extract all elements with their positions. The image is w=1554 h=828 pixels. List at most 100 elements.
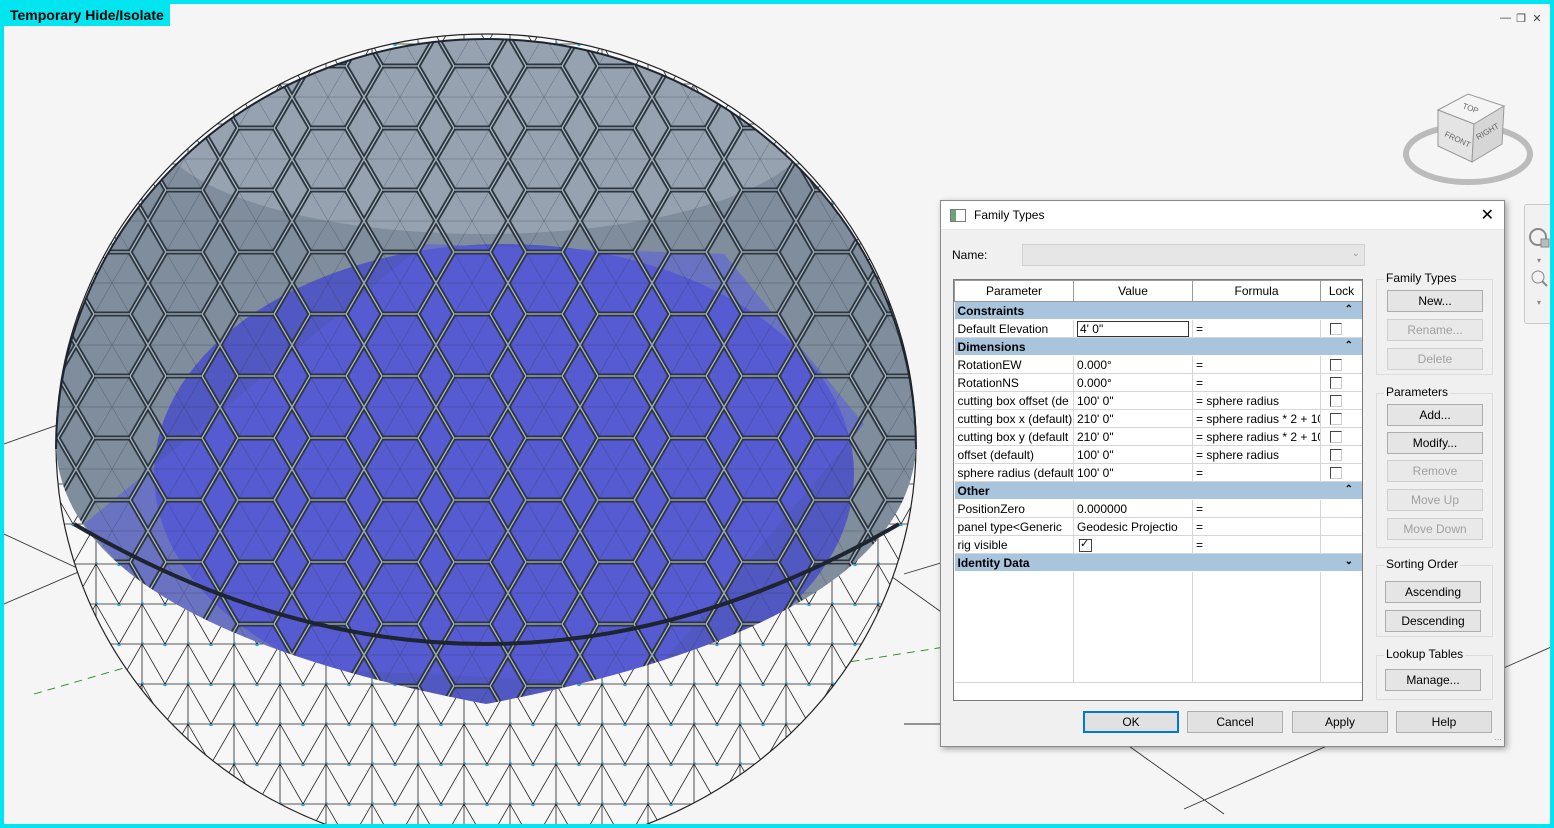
apply-button[interactable]: Apply — [1292, 711, 1388, 733]
param-name: PositionZero — [954, 499, 1074, 518]
param-name: RotationEW — [954, 355, 1074, 374]
column-header-lock[interactable]: Lock — [1320, 280, 1362, 302]
delete-type-button[interactable]: Delete — [1387, 348, 1483, 370]
table-row[interactable]: cutting box offset (de 100' 0" = sphere … — [954, 391, 1362, 410]
name-dropdown[interactable]: ⌄ — [1022, 244, 1365, 266]
param-name: cutting box y (default — [954, 427, 1074, 446]
table-row[interactable]: cutting box y (default 210' 0" = sphere … — [954, 427, 1362, 446]
value-cell[interactable]: 210' 0" — [1073, 409, 1193, 428]
value-cell[interactable]: 100' 0" — [1073, 445, 1193, 464]
formula-cell[interactable]: = — [1192, 319, 1321, 338]
remove-parameter-button[interactable]: Remove — [1387, 460, 1483, 482]
lock-checkbox[interactable] — [1330, 323, 1342, 336]
formula-cell[interactable]: = — [1192, 499, 1321, 518]
column-header-formula[interactable]: Formula — [1192, 280, 1321, 302]
temporary-hide-isolate-label: Temporary Hide/Isolate — [4, 4, 170, 26]
param-name: RotationNS — [954, 373, 1074, 392]
resize-grip-icon[interactable]: ⋯ — [1494, 735, 1502, 744]
ok-button[interactable]: OK — [1083, 711, 1179, 733]
minimize-icon[interactable]: — — [1500, 12, 1511, 25]
table-row[interactable]: rig visible = — [954, 535, 1362, 554]
modify-parameter-button[interactable]: Modify... — [1387, 432, 1483, 454]
lock-checkbox[interactable] — [1330, 377, 1342, 390]
formula-cell[interactable]: = — [1192, 535, 1321, 554]
table-row[interactable]: offset (default) 100' 0" = sphere radius — [954, 445, 1362, 464]
collapse-icon[interactable]: ⌃ — [1345, 304, 1353, 315]
table-row[interactable]: RotationEW 0.000° = — [954, 355, 1362, 374]
table-row[interactable]: PositionZero 0.000000 = — [954, 499, 1362, 518]
group-row-constraints[interactable]: Constraints ⌃ — [954, 301, 1362, 320]
lock-checkbox[interactable] — [1330, 359, 1342, 372]
dialog-title: Family Types — [974, 208, 1045, 222]
collapse-icon[interactable]: ⌃ — [1345, 484, 1353, 495]
svg-text:▾: ▾ — [1537, 256, 1541, 265]
new-type-button[interactable]: New... — [1387, 290, 1483, 312]
formula-cell[interactable]: = sphere radius — [1192, 445, 1321, 464]
param-name: sphere radius (default — [954, 463, 1074, 482]
group-row-identity-data[interactable]: Identity Data ⌄ — [954, 553, 1362, 572]
column-header-parameter[interactable]: Parameter — [954, 280, 1074, 302]
restore-icon[interactable]: ❐ — [1516, 12, 1526, 25]
group-label: Dimensions — [957, 339, 1026, 354]
move-up-button[interactable]: Move Up — [1387, 489, 1483, 511]
viewcube-icon[interactable]: TOP FRONT RIGHT — [1402, 84, 1534, 194]
value-cell[interactable]: 210' 0" — [1073, 427, 1193, 446]
chevron-down-icon: ⌄ — [1351, 248, 1360, 259]
table-row[interactable]: panel type<Generic Geodesic Projectio = — [954, 517, 1362, 536]
parameter-grid: Parameter Value Formula Lock Constraints… — [953, 279, 1363, 701]
lock-checkbox[interactable] — [1330, 395, 1342, 408]
empty-grid-area — [954, 571, 1362, 683]
formula-cell[interactable]: = — [1192, 463, 1321, 482]
lock-checkbox[interactable] — [1330, 467, 1342, 480]
move-down-button[interactable]: Move Down — [1387, 518, 1483, 540]
group-title: Parameters — [1384, 385, 1451, 399]
value-input[interactable]: 4' 0" — [1077, 320, 1189, 337]
formula-cell[interactable]: = sphere radius * 2 + 10' — [1192, 427, 1321, 446]
formula-cell[interactable]: = sphere radius — [1192, 391, 1321, 410]
formula-cell[interactable]: = — [1192, 355, 1321, 374]
lock-checkbox[interactable] — [1330, 413, 1342, 426]
value-cell[interactable]: 0.000000 — [1073, 499, 1193, 518]
formula-cell[interactable]: = sphere radius * 2 + 10' — [1192, 409, 1321, 428]
group-row-dimensions[interactable]: Dimensions ⌃ — [954, 337, 1362, 356]
lock-checkbox[interactable] — [1330, 449, 1342, 462]
descending-button[interactable]: Descending — [1385, 610, 1481, 632]
table-row[interactable]: Default Elevation 4' 0" = — [954, 319, 1362, 338]
formula-cell[interactable]: = — [1192, 373, 1321, 392]
navigation-bar[interactable]: ▾ ▾ — [1524, 204, 1554, 324]
close-icon[interactable]: ✕ — [1532, 12, 1542, 25]
param-name: cutting box offset (de — [954, 391, 1074, 410]
svg-text:▾: ▾ — [1537, 298, 1541, 307]
table-row[interactable]: RotationNS 0.000° = — [954, 373, 1362, 392]
rename-type-button[interactable]: Rename... — [1387, 319, 1483, 341]
parameters-group: Parameters Add... Modify... Remove Move … — [1376, 385, 1493, 548]
value-cell[interactable]: 0.000° — [1073, 373, 1193, 392]
value-cell[interactable]: Geodesic Projectio — [1073, 517, 1193, 536]
cancel-button[interactable]: Cancel — [1187, 711, 1283, 733]
lock-checkbox[interactable] — [1330, 431, 1342, 444]
ascending-button[interactable]: Ascending — [1385, 581, 1481, 603]
param-name: cutting box x (default) — [954, 409, 1074, 428]
value-cell[interactable]: 100' 0" — [1073, 463, 1193, 482]
expand-icon[interactable]: ⌄ — [1345, 556, 1353, 567]
group-label: Constraints — [957, 303, 1025, 318]
value-cell[interactable]: 100' 0" — [1073, 391, 1193, 410]
group-title: Sorting Order — [1384, 557, 1461, 571]
family-types-app-icon — [950, 208, 966, 222]
help-button[interactable]: Help — [1396, 711, 1492, 733]
collapse-icon[interactable]: ⌃ — [1345, 340, 1353, 351]
column-header-value[interactable]: Value — [1073, 280, 1193, 302]
add-parameter-button[interactable]: Add... — [1387, 404, 1483, 426]
manage-lookup-button[interactable]: Manage... — [1385, 669, 1481, 691]
group-row-other[interactable]: Other ⌃ — [954, 481, 1362, 500]
dialog-title-bar[interactable]: Family Types ✕ — [941, 201, 1504, 230]
group-title: Lookup Tables — [1384, 647, 1466, 661]
steering-wheel-icon[interactable]: ▾ ▾ — [1525, 205, 1554, 323]
rig-visible-checkbox[interactable] — [1079, 537, 1092, 552]
formula-cell[interactable]: = — [1192, 517, 1321, 536]
value-cell[interactable]: 0.000° — [1073, 355, 1193, 374]
dialog-close-icon[interactable]: ✕ — [1481, 205, 1494, 225]
table-row[interactable]: cutting box x (default) 210' 0" = sphere… — [954, 409, 1362, 428]
group-title: Family Types — [1384, 271, 1459, 285]
table-row[interactable]: sphere radius (default 100' 0" = — [954, 463, 1362, 482]
